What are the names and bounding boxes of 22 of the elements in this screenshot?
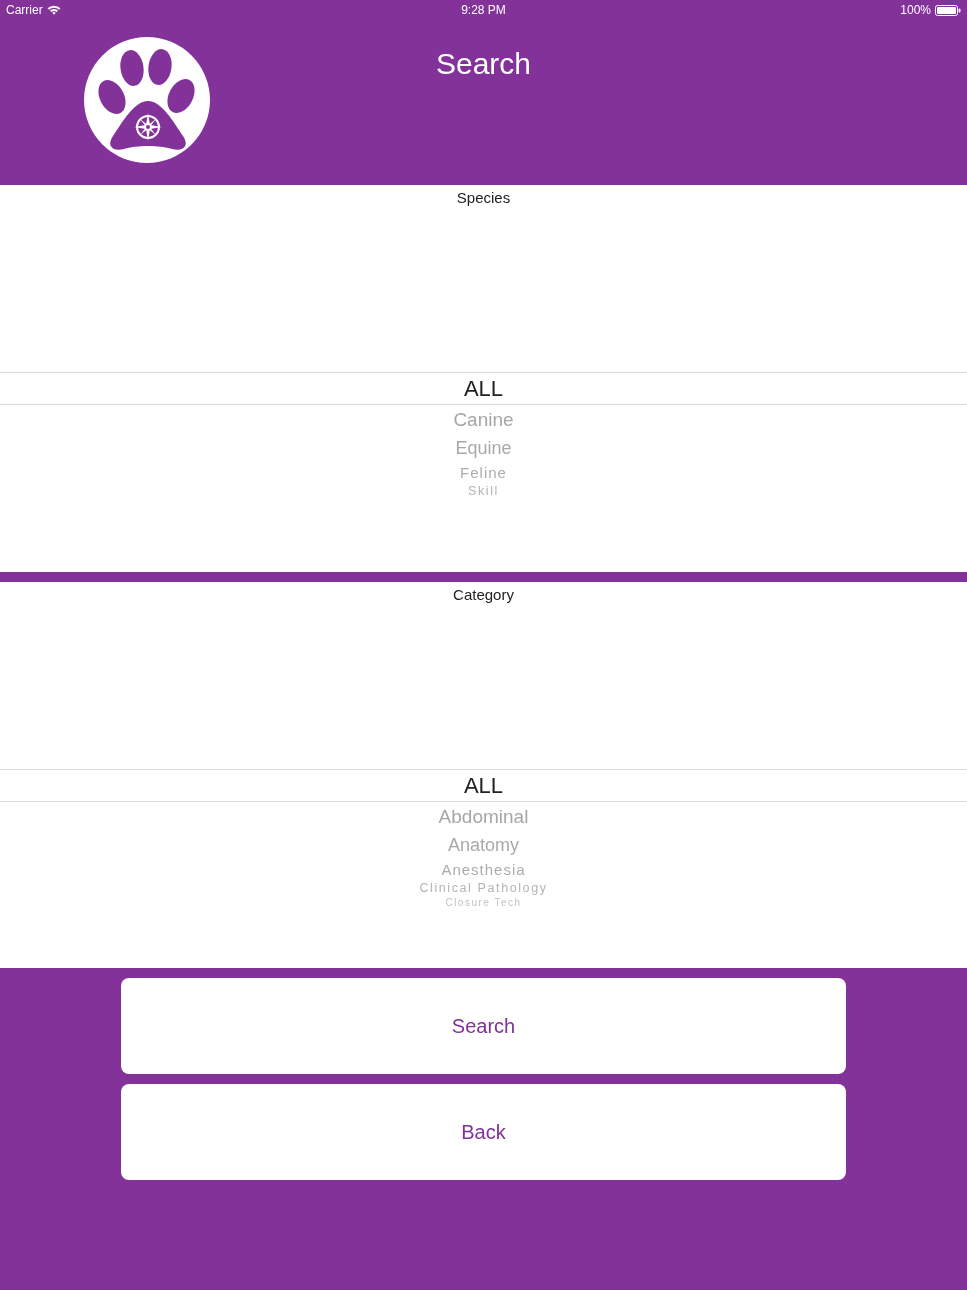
battery-percent: 100% [900, 2, 931, 19]
picker-option[interactable]: Anatomy [447, 831, 519, 859]
picker-option[interactable]: Abdominal [438, 802, 529, 831]
picker-option[interactable]: Closure Tech [445, 897, 522, 908]
picker-option[interactable]: Anesthesia [441, 859, 526, 880]
picker-option[interactable]: Canine [453, 405, 514, 434]
picker-option[interactable]: Skill [468, 483, 499, 500]
picker-option[interactable]: Clinical Pathology [419, 880, 548, 897]
picker-label: Species [456, 189, 511, 207]
battery-icon [935, 4, 961, 16]
carrier-name: Carrier [6, 2, 43, 19]
picker-option[interactable]: ALL [0, 769, 967, 802]
paw-logo-icon [84, 37, 210, 163]
page-title: Search [435, 46, 532, 82]
nav-button[interactable]: Search [121, 978, 846, 1074]
status-time: 9:28 PM [461, 2, 506, 19]
picker-label: Category [453, 586, 514, 604]
picker-option[interactable]: Equine [455, 434, 512, 462]
nav-button[interactable]: Back [121, 1084, 846, 1180]
picker-option[interactable]: Feline [460, 462, 507, 483]
wifi-icon [46, 5, 61, 15]
picker-option[interactable]: ALL [0, 372, 967, 405]
